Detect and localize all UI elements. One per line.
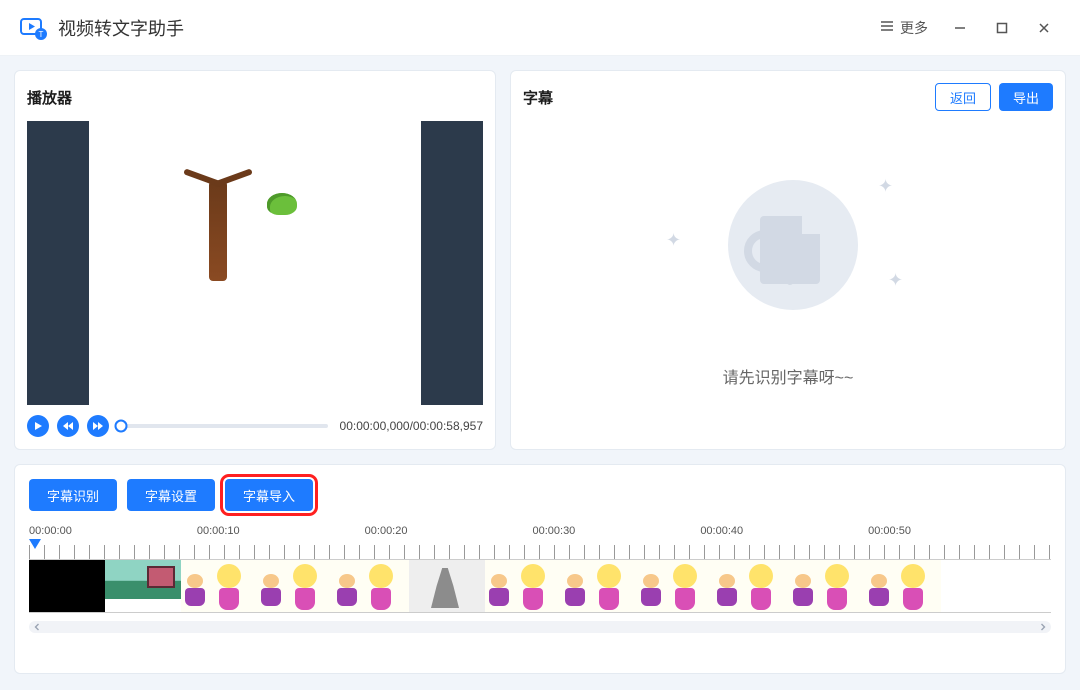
empty-illustration: ✦ ✦ ✦	[658, 170, 918, 340]
timeline-frame	[105, 560, 181, 612]
ruler-labels: 00:00:00 00:00:10 00:00:20 00:00:30 00:0…	[29, 525, 1051, 537]
close-button[interactable]	[1026, 10, 1062, 46]
timeline-frame	[637, 560, 713, 612]
scroll-left-button[interactable]	[31, 621, 43, 633]
titlebar-right: 更多	[872, 10, 1062, 46]
video-center	[89, 121, 421, 405]
forward-button[interactable]	[87, 415, 109, 437]
video-pillar-left	[27, 121, 89, 405]
app-title: 视频转文字助手	[58, 15, 184, 41]
export-button[interactable]: 导出	[999, 83, 1053, 111]
player-panel-header: 播放器	[27, 83, 483, 111]
ruler-label: 00:00:40	[700, 525, 743, 537]
timeline-frame	[257, 560, 333, 612]
timeline-filmstrip[interactable]	[29, 559, 1051, 613]
hamburger-icon	[880, 19, 894, 36]
timeline-frame	[333, 560, 409, 612]
rewind-button[interactable]	[57, 415, 79, 437]
timeline-frame	[789, 560, 865, 612]
timeline-ruler[interactable]: 00:00:00 00:00:10 00:00:20 00:00:30 00:0…	[29, 525, 1051, 559]
sparkle-icon: ✦	[666, 230, 681, 251]
sparkle-icon: ✦	[878, 176, 893, 197]
timeline-frame	[713, 560, 789, 612]
ruler-label: 00:00:50	[868, 525, 911, 537]
app-logo-icon: T	[18, 13, 48, 43]
subtitle-import-button[interactable]: 字幕导入	[225, 479, 313, 511]
back-button[interactable]: 返回	[935, 83, 991, 111]
subtitle-panel: 字幕 返回 导出 ✦ ✦ ✦ 请先识别字幕呀~~	[510, 70, 1066, 450]
svg-text:T: T	[39, 30, 44, 39]
subtitle-empty-state: ✦ ✦ ✦ 请先识别字幕呀~~	[523, 121, 1053, 437]
scroll-right-button[interactable]	[1037, 621, 1049, 633]
timeline-frame	[409, 560, 485, 612]
titlebar: T 视频转文字助手 更多	[0, 0, 1080, 56]
more-button[interactable]: 更多	[872, 14, 936, 42]
subtitle-panel-header: 字幕 返回 导出	[523, 83, 1053, 111]
video-frame-decoration	[267, 193, 297, 215]
player-controls: 00:00:00,000/00:00:58,957	[27, 415, 483, 437]
progress-slider-thumb[interactable]	[115, 420, 128, 433]
timeline-buttons: 字幕识别 字幕设置 字幕导入	[29, 479, 1051, 511]
subtitle-panel-actions: 返回 导出	[935, 83, 1053, 111]
sparkle-icon: ✦	[888, 270, 903, 291]
timeline-frame	[485, 560, 561, 612]
subtitle-settings-button[interactable]: 字幕设置	[127, 479, 215, 511]
timeline-frame	[865, 560, 941, 612]
player-panel: 播放器	[14, 70, 496, 450]
timeline-frame	[181, 560, 257, 612]
workspace: 播放器	[0, 56, 1080, 690]
video-frame-decoration	[209, 181, 227, 281]
playhead-icon[interactable]	[29, 539, 41, 549]
ruler-label: 00:00:30	[532, 525, 575, 537]
minimize-button[interactable]	[942, 10, 978, 46]
more-label: 更多	[900, 18, 928, 38]
top-row: 播放器	[14, 70, 1066, 450]
video-pillar-right	[421, 121, 483, 405]
play-button[interactable]	[27, 415, 49, 437]
time-display: 00:00:00,000/00:00:58,957	[340, 419, 483, 433]
maximize-button[interactable]	[984, 10, 1020, 46]
ruler-ticks	[29, 545, 1051, 559]
video-preview[interactable]	[27, 121, 483, 405]
ruler-label: 00:00:20	[365, 525, 408, 537]
subtitle-recognize-button[interactable]: 字幕识别	[29, 479, 117, 511]
titlebar-left: T 视频转文字助手	[18, 13, 184, 43]
ruler-label: 00:00:00	[29, 525, 72, 537]
timeline-frame	[561, 560, 637, 612]
timeline-frame	[29, 560, 105, 612]
ruler-label: 00:00:10	[197, 525, 240, 537]
player-panel-title: 播放器	[27, 87, 72, 108]
timeline-scrollbar[interactable]	[29, 621, 1051, 633]
subtitle-panel-title: 字幕	[523, 87, 553, 108]
timeline-panel: 字幕识别 字幕设置 字幕导入 00:00:00 00:00:10 00:00:2…	[14, 464, 1066, 674]
subtitle-empty-text: 请先识别字幕呀~~	[723, 364, 854, 388]
progress-slider[interactable]	[121, 424, 328, 428]
